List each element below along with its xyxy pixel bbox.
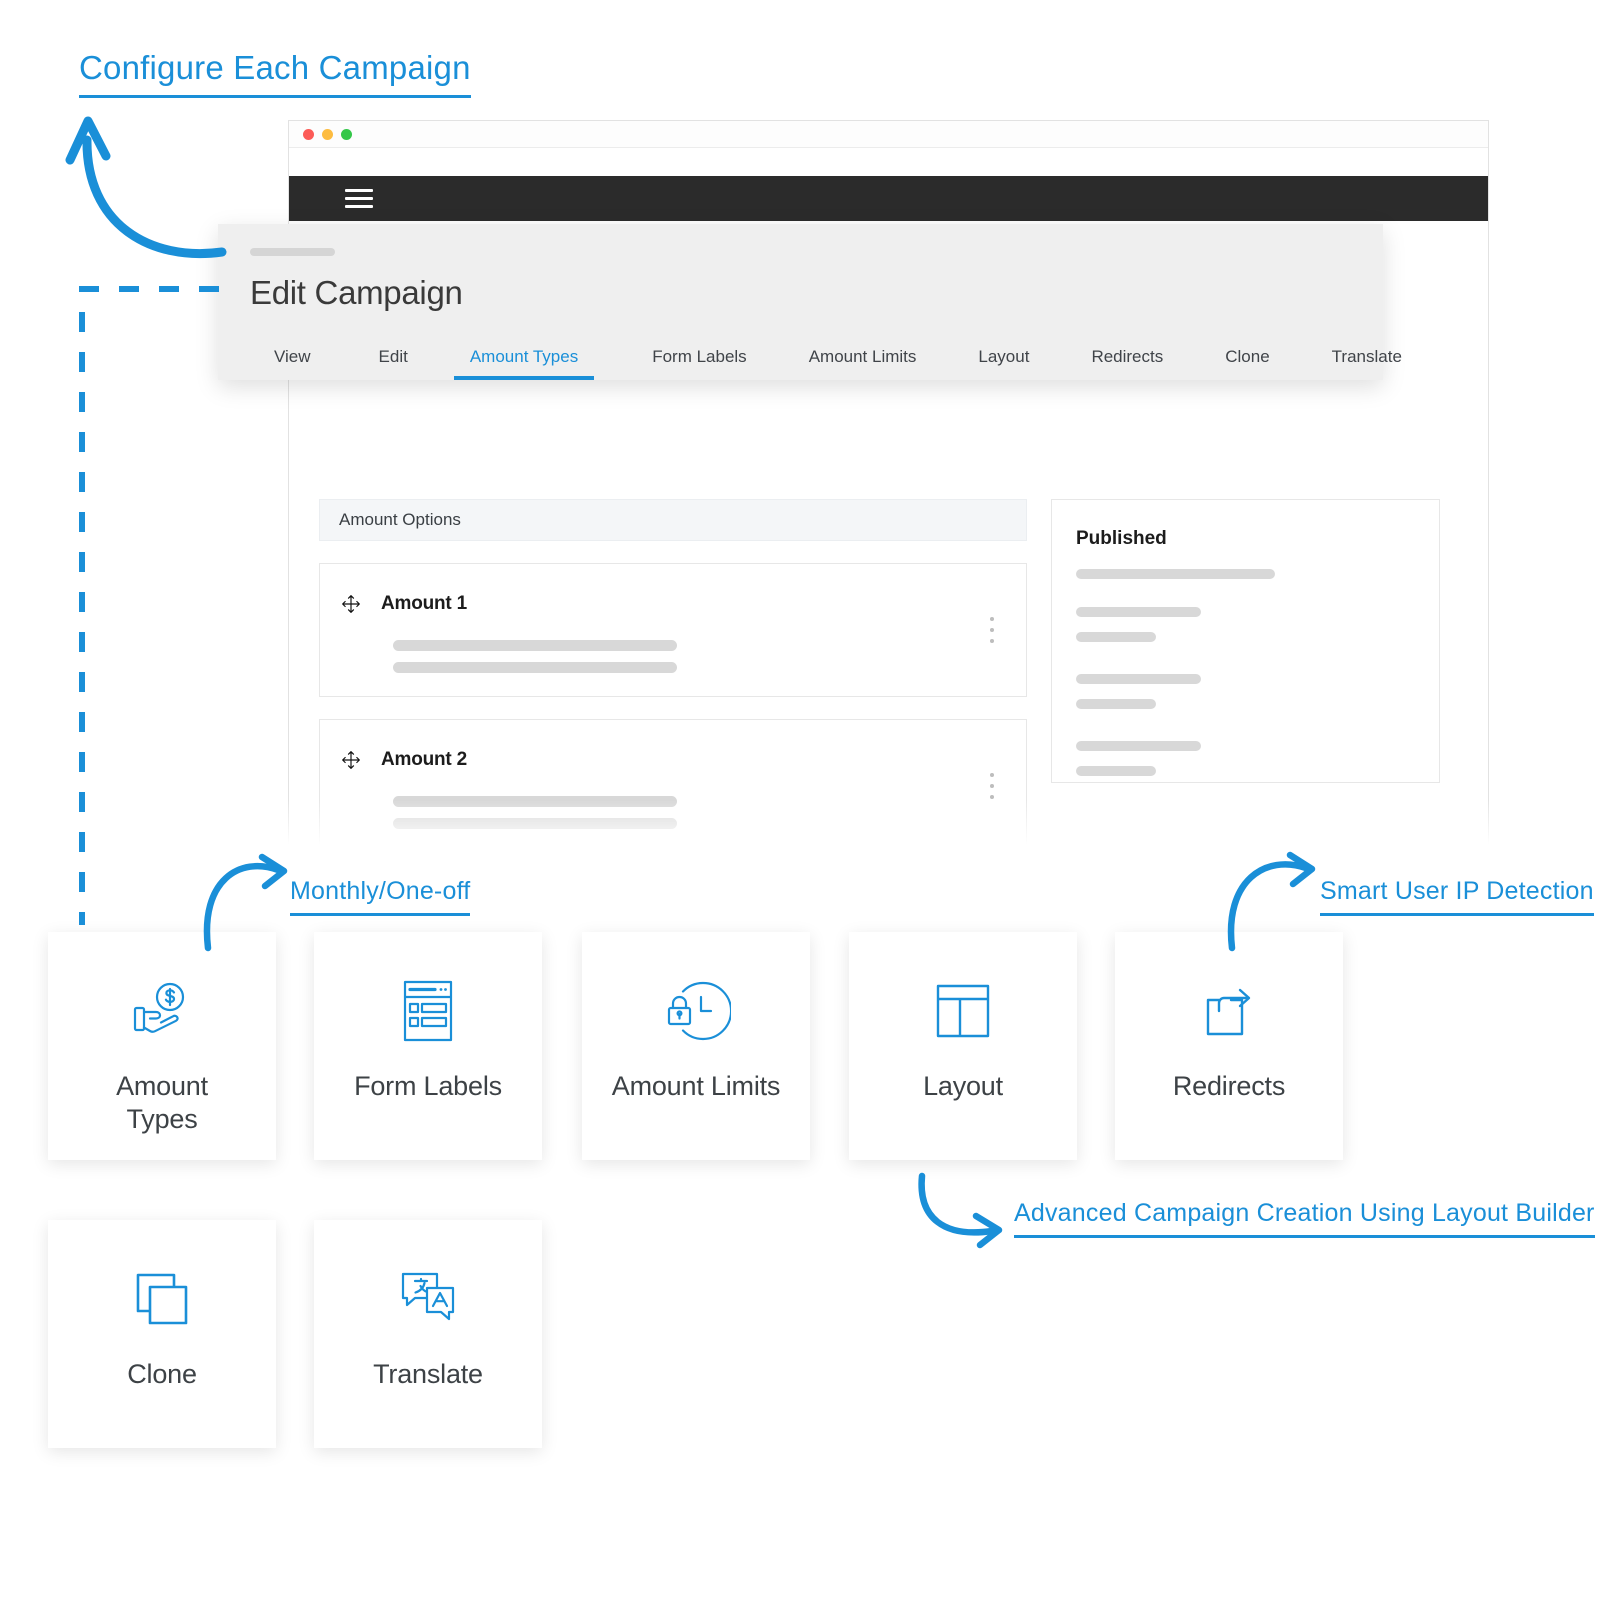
feature-card-amount-limits[interactable]: Amount Limits	[582, 932, 810, 1160]
tab-amount-limits[interactable]: Amount Limits	[809, 347, 917, 380]
modal-drag-handle[interactable]	[250, 248, 335, 256]
hamburger-icon[interactable]	[345, 189, 373, 208]
translate-chat-icon	[395, 1262, 461, 1336]
tab-layout[interactable]: Layout	[978, 347, 1029, 380]
published-column: Published	[1051, 499, 1440, 845]
copy-squares-icon	[131, 1262, 193, 1336]
feature-card-clone[interactable]: Clone	[48, 1220, 276, 1448]
amount-title: Amount 2	[381, 749, 468, 770]
skeleton-bar	[393, 796, 677, 807]
maximize-window-button[interactable]	[341, 128, 352, 140]
dashed-connector	[79, 286, 219, 925]
minimize-window-button[interactable]	[322, 128, 333, 140]
browser-titlebar	[289, 121, 1488, 148]
browser-toolbar	[289, 148, 1488, 176]
feature-card-label: Amount Types	[116, 1071, 208, 1134]
tab-clone[interactable]: Clone	[1225, 347, 1269, 380]
amount-row-2[interactable]: Amount 2	[319, 719, 1027, 845]
kebab-menu-icon[interactable]	[990, 773, 994, 799]
amount-row-1[interactable]: Amount 1	[319, 563, 1027, 697]
feature-card-form-labels[interactable]: Form Labels	[314, 932, 542, 1160]
tab-amount-types[interactable]: Amount Types	[453, 347, 595, 380]
amount-options-header: Amount Options	[319, 499, 1027, 541]
tab-redirects[interactable]: Redirects	[1091, 347, 1163, 380]
tab-form-labels[interactable]: Form Labels	[652, 347, 746, 380]
skeleton-bar	[1076, 569, 1275, 579]
skeleton-bar	[393, 818, 677, 829]
modal-tab-bar: View Edit Amount Types Form Labels Amoun…	[250, 334, 1402, 380]
skeleton-bar	[1076, 766, 1156, 776]
arrow-to-layout-builder-callout	[918, 1172, 1003, 1249]
skeleton-bar	[1076, 674, 1201, 684]
lock-clock-icon	[661, 974, 731, 1048]
edit-campaign-modal: Edit Campaign View Edit Amount Types For…	[218, 224, 1402, 380]
skeleton-bar	[1076, 699, 1156, 709]
infographic-stage: Amount Options Amount 1 Amount 2 Publish…	[0, 0, 1600, 1600]
content-area: Amount Options Amount 1 Amount 2 Publish…	[319, 499, 1440, 845]
feature-card-label: Amount Limits	[611, 1071, 781, 1101]
published-title: Published	[1076, 528, 1167, 549]
amount-title: Amount 1	[381, 593, 468, 614]
feature-card-translate[interactable]: Translate	[314, 1220, 542, 1448]
form-window-icon	[397, 974, 459, 1048]
feature-card-label: Layout	[923, 1071, 1003, 1101]
published-panel: Published	[1051, 499, 1440, 783]
kebab-menu-icon[interactable]	[990, 617, 994, 643]
amount-options-column: Amount Options Amount 1 Amount 2	[319, 499, 1027, 845]
hand-holding-dollar-icon	[129, 974, 195, 1048]
callout-smart-user-ip-detection: Smart User IP Detection	[1320, 877, 1594, 916]
layout-grid-icon	[932, 974, 994, 1048]
tab-translate[interactable]: Translate	[1332, 347, 1402, 380]
feature-card-amount-types[interactable]: Amount Types	[48, 932, 276, 1160]
tab-edit[interactable]: Edit	[379, 347, 408, 380]
drag-move-icon[interactable]	[341, 594, 361, 614]
tab-view[interactable]: View	[274, 347, 311, 380]
feature-card-redirects[interactable]: Redirects	[1115, 932, 1343, 1160]
modal-title: Edit Campaign	[250, 274, 463, 311]
app-navbar	[289, 176, 1488, 221]
external-link-arrow-icon	[1197, 974, 1261, 1048]
callout-configure-each-campaign: Configure Each Campaign	[79, 49, 471, 99]
feature-card-label: Translate	[373, 1359, 483, 1389]
section-title: Amount Options	[339, 510, 461, 529]
skeleton-bar	[1076, 607, 1201, 617]
skeleton-bar	[1076, 741, 1201, 751]
skeleton-bar	[393, 662, 677, 673]
feature-card-label: Clone	[127, 1359, 197, 1389]
close-window-button[interactable]	[303, 128, 314, 140]
callout-monthly-one-off: Monthly/One-off	[290, 877, 471, 916]
skeleton-bar	[1076, 632, 1156, 642]
feature-card-label: Form Labels	[354, 1071, 502, 1101]
feature-card-label: Redirects	[1172, 1071, 1286, 1101]
feature-card-layout[interactable]: Layout	[849, 932, 1077, 1160]
callout-advanced-campaign-creation: Advanced Campaign Creation Using Layout …	[1014, 1199, 1595, 1238]
arrow-to-main-callout	[65, 116, 227, 259]
drag-move-icon[interactable]	[341, 750, 361, 770]
skeleton-bar	[393, 640, 677, 651]
